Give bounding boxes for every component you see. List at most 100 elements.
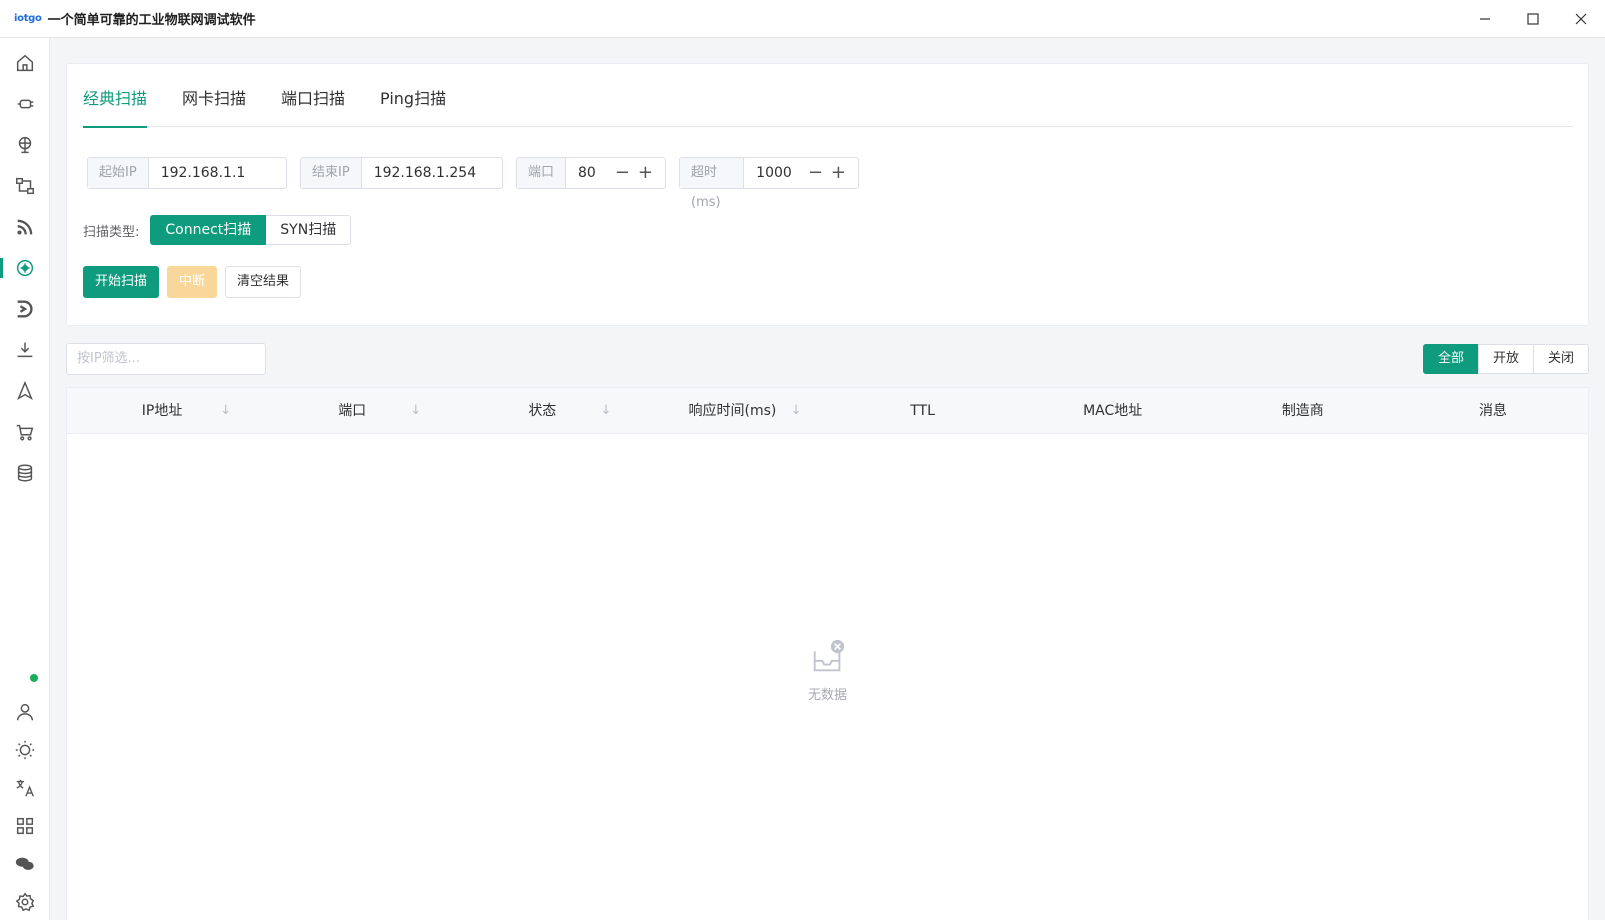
rss-icon <box>17 219 33 235</box>
empty-state: 无数据 <box>67 638 1588 703</box>
sidebar-item-navigation[interactable] <box>0 373 50 409</box>
port-decrement-button[interactable]: − <box>611 159 634 187</box>
tab-ping-scan[interactable]: Ping扫描 <box>380 64 446 127</box>
connect-scan-option[interactable]: Connect扫描 <box>150 215 267 245</box>
status-filter: 全部 开放 关闭 <box>1422 344 1589 374</box>
tab-classic-scan[interactable]: 经典扫描 <box>83 64 148 128</box>
end-ip-input[interactable]: 192.168.1.254 <box>362 158 488 188</box>
start-ip-field: 起始IP 192.168.1.1 <box>87 157 287 189</box>
timeout-decrement-button[interactable]: − <box>804 159 827 187</box>
sidebar <box>0 38 50 920</box>
sort-arrow-icon[interactable]: ↓ <box>220 388 231 434</box>
sidebar-item-scan[interactable] <box>0 250 50 286</box>
navigation-icon <box>17 380 33 401</box>
port-field: 端口 80 − + <box>516 157 666 189</box>
column-vendor-label: 制造商 <box>1281 403 1324 419</box>
column-ip-label: IP地址 <box>141 403 183 419</box>
target-icon <box>16 259 34 277</box>
maximize-icon <box>1527 13 1539 25</box>
sort-arrow-icon[interactable]: ↓ <box>600 388 611 434</box>
sidebar-item-serial[interactable] <box>0 86 50 122</box>
column-response-time[interactable]: 响应时间(ms) ↓ <box>637 388 827 433</box>
sidebar-item-mqtt[interactable] <box>0 209 50 245</box>
database-icon <box>17 464 33 482</box>
scan-params: 起始IP 192.168.1.1 结束IP 192.168.1.254 端口 8… <box>87 157 872 210</box>
translate-icon <box>16 779 34 797</box>
sidebar-item-theme[interactable] <box>0 732 50 768</box>
stop-scan-button[interactable]: 中断 <box>167 266 218 298</box>
syn-scan-option[interactable]: SYN扫描 <box>266 215 352 245</box>
sidebar-item-chat[interactable] <box>0 846 50 882</box>
column-status-label: 状态 <box>528 403 557 419</box>
end-ip-field: 结束IP 192.168.1.254 <box>300 157 503 189</box>
port-stepper: − + <box>611 158 665 188</box>
sidebar-item-language[interactable] <box>0 770 50 806</box>
chat-icon <box>15 857 34 870</box>
globe-icon <box>18 136 32 154</box>
start-scan-button[interactable]: 开始扫描 <box>83 266 160 298</box>
scan-type-row: 扫描类型: Connect扫描 SYN扫描 <box>83 215 352 245</box>
empty-text: 无数据 <box>807 688 847 703</box>
sidebar-item-download[interactable] <box>0 332 50 368</box>
scan-type-label: 扫描类型: <box>83 224 140 240</box>
tab-nic-scan[interactable]: 网卡扫描 <box>182 64 246 127</box>
column-message: 消息 <box>1398 388 1588 433</box>
sidebar-item-cart[interactable] <box>0 414 50 450</box>
port-label: 端口 <box>517 158 567 188</box>
maximize-button[interactable] <box>1509 0 1557 38</box>
column-port-label: 端口 <box>338 403 367 419</box>
filter-closed-button[interactable]: 关闭 <box>1532 344 1589 374</box>
column-port[interactable]: 端口 ↓ <box>257 388 447 433</box>
close-icon <box>1575 13 1587 25</box>
sidebar-item-user[interactable] <box>0 694 50 730</box>
start-ip-input[interactable]: 192.168.1.1 <box>149 158 258 188</box>
timeout-input[interactable]: 1000 <box>744 158 804 188</box>
column-message-label: 消息 <box>1478 403 1507 419</box>
sidebar-item-home[interactable] <box>0 45 50 81</box>
online-status-dot <box>30 674 38 682</box>
results-table: IP地址 ↓ 端口 ↓ 状态 ↓ 响应时间(ms) ↓ TTL MAC地址 制造商 消息… <box>66 387 1589 920</box>
sidebar-item-apps[interactable] <box>0 808 50 844</box>
clear-results-button[interactable]: 清空结果 <box>225 266 302 298</box>
sidebar-item-d[interactable] <box>0 291 50 327</box>
scan-tabs: 经典扫描 网卡扫描 端口扫描 Ping扫描 <box>83 64 1573 128</box>
scan-config-card: 经典扫描 网卡扫描 端口扫描 Ping扫描 起始IP 192.168.1.1 结… <box>66 63 1589 326</box>
filter-all-button[interactable]: 全部 <box>1422 344 1479 374</box>
column-mac: MAC地址 <box>1018 388 1208 433</box>
timeout-label: 超时(ms) <box>680 158 745 210</box>
grid-icon <box>16 817 34 835</box>
sidebar-item-database[interactable] <box>0 455 50 491</box>
column-ip[interactable]: IP地址 ↓ <box>67 388 257 433</box>
ip-filter-input[interactable]: 按IP筛选... <box>66 343 266 375</box>
sidebar-item-settings[interactable] <box>0 884 50 920</box>
d-logo-icon <box>17 300 33 318</box>
tab-port-scan[interactable]: 端口扫描 <box>281 64 345 127</box>
flow-icon <box>16 177 34 195</box>
window-controls <box>1461 0 1605 38</box>
end-ip-label: 结束IP <box>301 158 362 188</box>
empty-inbox-icon <box>813 639 844 672</box>
port-increment-button[interactable]: + <box>634 159 657 187</box>
main-content: 经典扫描 网卡扫描 端口扫描 Ping扫描 起始IP 192.168.1.1 结… <box>50 38 1605 920</box>
sidebar-item-flow[interactable] <box>0 168 50 204</box>
timeout-increment-button[interactable]: + <box>827 159 850 187</box>
port-input[interactable]: 80 <box>566 158 611 188</box>
sort-arrow-icon[interactable]: ↓ <box>791 388 802 434</box>
scan-actions: 开始扫描 中断 清空结果 <box>83 266 309 298</box>
column-vendor: 制造商 <box>1208 388 1398 433</box>
title-bar: iotgo 一个简单可靠的工业物联网调试软件 <box>0 0 1605 38</box>
minimize-button[interactable] <box>1461 0 1509 38</box>
table-header: IP地址 ↓ 端口 ↓ 状态 ↓ 响应时间(ms) ↓ TTL MAC地址 制造商 消息 <box>67 388 1588 434</box>
settings-icon <box>15 892 35 912</box>
column-mac-label: MAC地址 <box>1083 403 1143 419</box>
close-button[interactable] <box>1557 0 1605 38</box>
filter-open-button[interactable]: 开放 <box>1477 344 1534 374</box>
download-icon <box>17 342 33 358</box>
sidebar-item-network[interactable] <box>0 127 50 163</box>
start-ip-label: 起始IP <box>88 158 149 188</box>
plug-icon <box>17 99 34 109</box>
column-response-time-label: 响应时间(ms) <box>688 403 777 419</box>
app-logo: iotgo <box>14 13 42 24</box>
sort-arrow-icon[interactable]: ↓ <box>410 388 421 434</box>
column-status[interactable]: 状态 ↓ <box>447 388 637 433</box>
